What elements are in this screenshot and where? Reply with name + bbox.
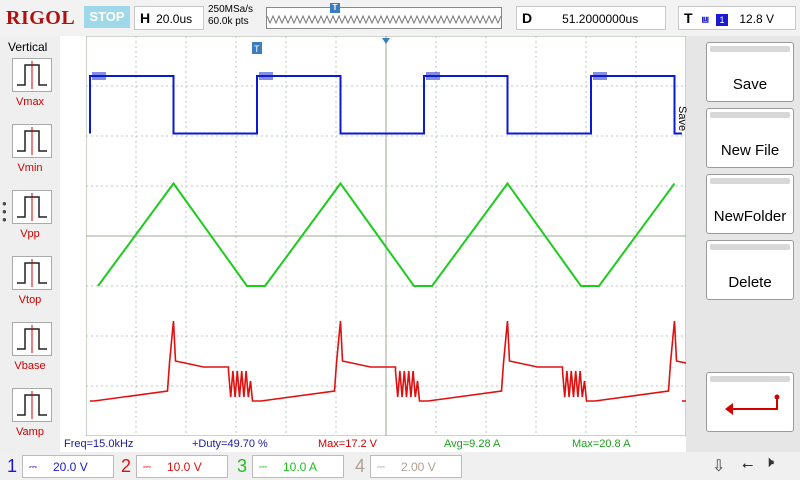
trigger-marker-label: T [254, 44, 260, 54]
pulse-icon [17, 193, 47, 221]
delete-button-label: Delete [728, 274, 772, 291]
channel-2-indicator[interactable]: 2 ⎓ 10.0 V [118, 455, 230, 478]
measure-label: Vbase [14, 360, 46, 372]
channel-number: 3 [236, 456, 247, 476]
delete-button[interactable]: Delete [706, 240, 794, 300]
measure-vmin-button[interactable] [12, 124, 52, 158]
measurement-freq: Freq=15.0kHz [64, 438, 134, 450]
dc-coupling-icon: ⎓ [259, 462, 267, 473]
dc-coupling-icon: ⎓ [143, 462, 151, 473]
new-folder-button-label: NewFolder [713, 208, 787, 225]
delay-value: 51.2000000us [562, 12, 639, 26]
measure-vtop-button[interactable] [12, 256, 52, 290]
measurement-max-ch3: Max=20.8 A [572, 438, 631, 450]
horizontal-timebase[interactable]: H 20.0us [134, 6, 204, 30]
channel-3-indicator[interactable]: 3 ⎓ 10.0 A [234, 455, 346, 478]
channel-4-indicator[interactable]: 4 ⎓ 2.00 V [352, 455, 464, 478]
pulse-icon [17, 325, 47, 353]
trigger-level: 12.8 V [739, 12, 775, 26]
trigger-key: T [684, 10, 693, 26]
channel-1-ringing [92, 72, 106, 80]
save-button-label: Save [732, 76, 768, 93]
rising-edge-icon: ⩏ [701, 12, 709, 26]
run-stop-status[interactable]: STOP [84, 6, 130, 28]
channel-bar: 1 ⎓ 20.0 V 2 ⎓ 10.0 V 3 ⎓ 10.0 A 4 ⎓ 2.00 V ⇩ ⭠ 🕨 [0, 452, 800, 480]
delay-key: D [522, 10, 533, 26]
menu-tab: Save [676, 76, 704, 136]
waveform-plot: 132T [70, 35, 755, 437]
sample-rate: 250MSa/s 60.0k pts [208, 4, 253, 28]
usb-icon: ⭠ [742, 456, 754, 472]
memory-depth: 60.0k pts [208, 16, 249, 27]
pulse-icon [17, 127, 47, 155]
timebase-value: 20.0us [156, 12, 193, 26]
measure-vamp-button[interactable] [12, 388, 52, 422]
measurement-bar: Freq=15.0kHz +Duty=49.70 % Max=17.2 V Av… [60, 436, 700, 452]
trigger-position-marker-icon: T [330, 3, 340, 13]
speaker-muted-icon[interactable]: 🕨 [764, 454, 774, 472]
top-status-bar: RIGOL STOP H 20.0us 250MSa/s 60.0k pts T … [0, 0, 800, 36]
waveform-overview [267, 14, 501, 25]
new-folder-button[interactable]: NewFolder [706, 174, 794, 234]
channel-scale: 10.0 V [167, 460, 202, 474]
measure-sidebar: Vertical ● ● ● Vmax Vmin Vpp Vtop Vbase Vamp [0, 36, 60, 452]
more-indicator-icon: ● ● ● [2, 199, 7, 224]
measure-vpp-button[interactable] [12, 190, 52, 224]
trigger-display[interactable]: T ⩏ 1 12.8 V [678, 6, 796, 30]
memory-position-strip[interactable] [266, 7, 502, 29]
measure-label: Vmin [17, 162, 43, 174]
dc-coupling-icon: ⎓ [29, 462, 37, 473]
return-arrow-icon [725, 394, 780, 415]
menu-toggle-icon[interactable]: ⇩ [712, 456, 725, 476]
channel-1-ringing [593, 72, 607, 80]
measurement-avg-ch3: Avg=9.28 A [444, 438, 501, 450]
channel-number: 2 [120, 456, 131, 476]
new-file-button-label: New File [720, 142, 780, 159]
new-file-button[interactable]: New File [706, 108, 794, 168]
sample-rate-value: 250MSa/s [208, 4, 254, 15]
sidebar-title: Vertical [8, 40, 48, 54]
oscilloscope-screen: RIGOL STOP H 20.0us 250MSa/s 60.0k pts T … [0, 0, 800, 480]
channel-1-ringing [259, 72, 273, 80]
dc-coupling-icon: ⎓ [377, 462, 385, 473]
measure-label: Vpp [20, 228, 40, 240]
measure-vbase-button[interactable] [12, 322, 52, 356]
channel-scale: 20.0 V [53, 460, 88, 474]
return-button[interactable] [706, 372, 794, 432]
save-menu-panel: Save Save New File NewFolder Delete [676, 36, 800, 452]
waveform-display: 132T [70, 35, 755, 437]
measure-label: Vtop [18, 294, 42, 306]
delay-display[interactable]: D 51.2000000us [516, 6, 666, 30]
brand-logo: RIGOL [6, 7, 76, 29]
channel-scale: 10.0 A [283, 460, 318, 474]
trigger-source: 1 [716, 14, 729, 26]
channel-1-indicator[interactable]: 1 ⎓ 20.0 V [4, 455, 116, 478]
channel-scale: 2.00 V [401, 460, 436, 474]
measure-label: Vamp [16, 426, 44, 438]
horizontal-key: H [140, 10, 151, 26]
pulse-icon [17, 391, 47, 419]
channel-number: 4 [354, 456, 365, 476]
channel-1-ringing [426, 72, 440, 80]
measure-label: Vmax [15, 96, 45, 108]
pulse-icon [17, 259, 47, 287]
menu-tab-label: Save [676, 106, 688, 132]
pulse-icon [17, 61, 47, 89]
channel-number: 1 [6, 456, 17, 476]
measurement-duty: +Duty=49.70 % [192, 438, 268, 450]
measure-vmax-button[interactable] [12, 58, 52, 92]
save-button[interactable]: Save [706, 42, 794, 102]
measurement-max-ch2: Max=17.2 V [318, 438, 378, 450]
